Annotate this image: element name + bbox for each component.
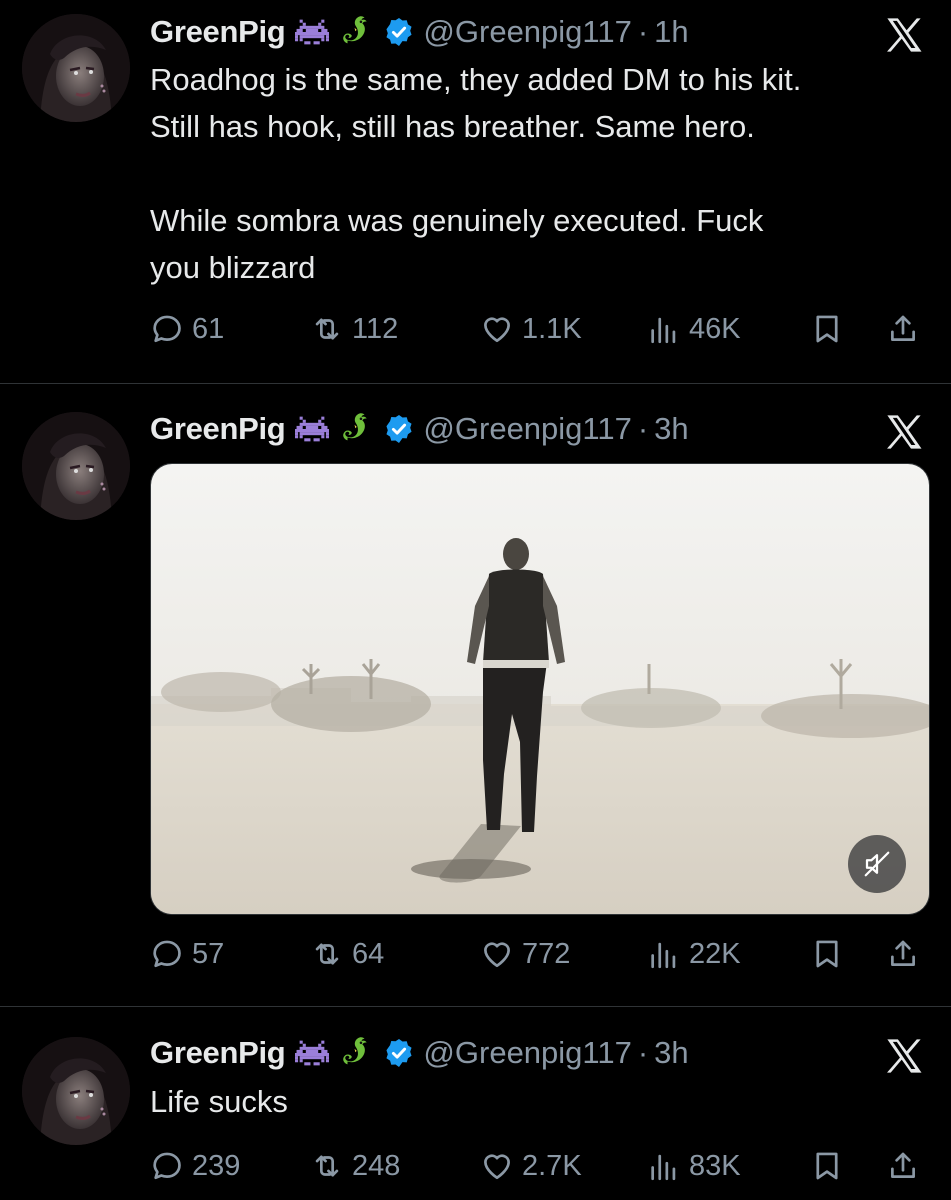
views-button[interactable]: 46K	[647, 309, 741, 349]
tweet[interactable]: GreenPig @Greenpig117 · 1h Roadhog is th…	[0, 0, 951, 383]
heart-icon	[480, 312, 514, 346]
action-bar: 239 248 2.7K 83K	[150, 1146, 930, 1186]
like-count: 1.1K	[522, 312, 582, 345]
repost-button[interactable]: 248	[310, 1146, 400, 1186]
like-count: 2.7K	[522, 1149, 582, 1182]
tweet-header: GreenPig @Greenpig117 · 1h	[150, 12, 689, 52]
x-logo-icon	[883, 411, 925, 453]
reply-icon	[150, 937, 184, 971]
separator-dot: ·	[637, 1035, 649, 1070]
dragon-icon	[339, 1036, 373, 1070]
space-invader-icon	[295, 412, 329, 446]
reply-count: 57	[192, 937, 225, 970]
like-count: 772	[522, 937, 571, 970]
tweet-header: GreenPig @Greenpig117 · 3h	[150, 1033, 689, 1073]
muted-speaker-icon	[862, 849, 892, 879]
view-count: 83K	[689, 1149, 741, 1182]
dragon-icon	[339, 412, 373, 446]
repost-count: 112	[352, 312, 399, 345]
handle[interactable]: @Greenpig117	[423, 1035, 631, 1071]
verified-badge-icon[interactable]	[383, 1037, 415, 1069]
tweet-text-line: Life sucks	[150, 1084, 288, 1119]
tweet-header: GreenPig @Greenpig117 · 3h	[150, 409, 689, 449]
like-button[interactable]: 1.1K	[480, 309, 582, 349]
separator-dot: ·	[637, 14, 649, 49]
verified-badge-icon[interactable]	[383, 16, 415, 48]
view-count: 46K	[689, 312, 741, 345]
reply-button[interactable]: 239	[150, 1146, 240, 1186]
repost-icon	[310, 312, 344, 346]
tweet[interactable]: GreenPig @Greenpig117 · 3h Life sucks 23…	[0, 1007, 951, 1200]
views-button[interactable]: 22K	[647, 934, 741, 974]
tweet-text: Roadhog is the same, they added DM to hi…	[150, 56, 930, 291]
repost-count: 64	[352, 937, 385, 970]
share-button[interactable]	[884, 1146, 922, 1186]
bookmark-icon	[810, 312, 844, 346]
views-button[interactable]: 83K	[647, 1146, 741, 1186]
display-name[interactable]: GreenPig	[150, 14, 286, 50]
repost-button[interactable]: 64	[310, 934, 384, 974]
bookmark-button[interactable]	[808, 934, 846, 974]
repost-icon	[310, 1149, 344, 1183]
video-player[interactable]	[150, 463, 930, 915]
handle[interactable]: @Greenpig117	[423, 411, 631, 447]
share-icon	[886, 1149, 920, 1183]
share-icon	[886, 312, 920, 346]
space-invader-icon	[295, 1036, 329, 1070]
reply-button[interactable]: 61	[150, 309, 224, 349]
timestamp[interactable]: 1h	[654, 14, 688, 50]
avatar[interactable]	[22, 412, 130, 520]
mute-button[interactable]	[848, 835, 906, 893]
share-button[interactable]	[884, 309, 922, 349]
video-frame	[151, 464, 929, 914]
views-icon	[647, 312, 681, 346]
display-name[interactable]: GreenPig	[150, 1035, 286, 1071]
bookmark-button[interactable]	[808, 309, 846, 349]
timestamp[interactable]: 3h	[654, 1035, 688, 1071]
x-logo-icon	[883, 14, 925, 56]
action-bar: 57 64 772 22K	[150, 934, 930, 974]
reply-button[interactable]: 57	[150, 934, 224, 974]
reply-icon	[150, 312, 184, 346]
action-bar: 61 112 1.1K 46K	[150, 309, 930, 349]
tweet-text-line: While sombra was genuinely executed. Fuc…	[150, 203, 764, 238]
heart-icon	[480, 937, 514, 971]
share-button[interactable]	[884, 934, 922, 974]
bookmark-icon	[810, 1149, 844, 1183]
reply-count: 61	[192, 312, 225, 345]
separator-dot: ·	[637, 411, 649, 446]
x-logo-icon	[883, 1035, 925, 1077]
repost-button[interactable]: 112	[310, 309, 398, 349]
verified-badge-icon[interactable]	[383, 413, 415, 445]
views-icon	[647, 1149, 681, 1183]
repost-icon	[310, 937, 344, 971]
dragon-icon	[339, 15, 373, 49]
bookmark-button[interactable]	[808, 1146, 846, 1186]
tweet-text-line: Still has hook, still has breather. Same…	[150, 109, 755, 144]
view-count: 22K	[689, 937, 741, 970]
space-invader-icon	[295, 15, 329, 49]
avatar[interactable]	[22, 1037, 130, 1145]
like-button[interactable]: 2.7K	[480, 1146, 582, 1186]
repost-count: 248	[352, 1149, 401, 1182]
tweet-text-line: Roadhog is the same, they added DM to hi…	[150, 62, 802, 97]
reply-icon	[150, 1149, 184, 1183]
reply-count: 239	[192, 1149, 241, 1182]
handle[interactable]: @Greenpig117	[423, 14, 631, 50]
heart-icon	[480, 1149, 514, 1183]
avatar[interactable]	[22, 14, 130, 122]
bookmark-icon	[810, 937, 844, 971]
tweet-text-line: you blizzard	[150, 250, 316, 285]
views-icon	[647, 937, 681, 971]
display-name[interactable]: GreenPig	[150, 411, 286, 447]
like-button[interactable]: 772	[480, 934, 570, 974]
share-icon	[886, 937, 920, 971]
timestamp[interactable]: 3h	[654, 411, 688, 447]
tweet-text: Life sucks	[150, 1078, 930, 1125]
